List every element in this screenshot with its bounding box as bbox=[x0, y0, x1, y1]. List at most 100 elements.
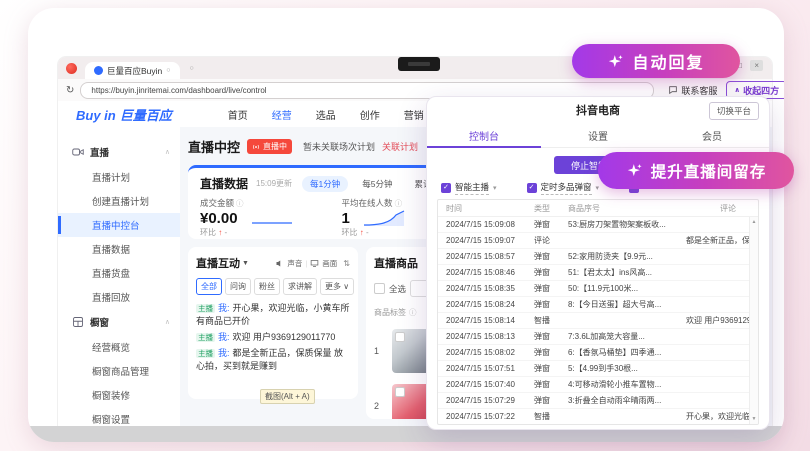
nav-item[interactable]: 选品 bbox=[316, 107, 336, 122]
log-row: 2024/7/15 15:08:35 弹窗 50:【11.9元100米... bbox=[438, 281, 758, 297]
sidebar-item[interactable]: 直播计划 bbox=[58, 165, 180, 189]
chevron-down-icon[interactable]: ▾ bbox=[596, 184, 600, 192]
interaction-tab[interactable]: 问询 bbox=[225, 278, 251, 295]
log-table-header: 时间 类型 商品序号 评论 bbox=[438, 200, 758, 217]
log-time: 2024/7/15 15:09:07 bbox=[446, 236, 515, 245]
divider: | bbox=[305, 258, 308, 268]
buyin-logo[interactable]: Buy in 巨量百应 bbox=[76, 105, 172, 124]
product-index: 2 bbox=[374, 401, 380, 411]
plan-note: 暂未关联场次计划 bbox=[303, 142, 376, 152]
expand-icon[interactable]: ⇅ bbox=[343, 259, 350, 268]
stat-label: 成交金额 bbox=[200, 198, 235, 208]
select-all-checkbox[interactable] bbox=[374, 283, 385, 294]
checkbox-unchecked-icon[interactable] bbox=[395, 332, 405, 342]
col-type: 类型 bbox=[534, 203, 550, 213]
nav-item[interactable]: 经营 bbox=[272, 107, 292, 122]
tab-close-icon[interactable]: ○ bbox=[166, 67, 170, 74]
data-card-title: 直播数据 bbox=[200, 177, 249, 191]
log-product: 5:【4.99到手30根... bbox=[568, 364, 638, 373]
interaction-tab[interactable]: 求讲解 bbox=[283, 278, 317, 295]
info-icon: ⓘ bbox=[394, 198, 403, 208]
contact-support-button[interactable]: 联系客服 bbox=[668, 84, 717, 97]
sidebar-item[interactable]: 橱窗设置 bbox=[58, 407, 180, 426]
info-icon: ⓘ bbox=[409, 308, 417, 317]
screen-icon[interactable] bbox=[310, 259, 319, 268]
checkbox-unchecked-icon[interactable] bbox=[395, 387, 405, 397]
sidebar-item[interactable]: 橱窗商品管理 bbox=[58, 359, 180, 383]
checkbox-checked-icon[interactable]: ✓ bbox=[526, 183, 537, 193]
sender-label: 我: bbox=[218, 303, 230, 313]
data-interval-tabs: 每1分钟 每5分钟 累计 bbox=[302, 175, 439, 192]
speaker-icon[interactable] bbox=[275, 259, 284, 268]
log-time: 2024/7/15 15:08:13 bbox=[446, 332, 515, 341]
toggle-option[interactable]: ✓ 智能主播 ▾ bbox=[441, 181, 497, 195]
log-time: 2024/7/15 15:07:22 bbox=[446, 412, 515, 421]
audio-toggle-label[interactable]: 声音 bbox=[287, 258, 302, 269]
sidebar-item[interactable]: 创建直播计划 bbox=[58, 189, 180, 213]
log-time: 2024/7/15 15:07:51 bbox=[446, 364, 515, 373]
log-table: 时间 类型 商品序号 评论 2024/7/15 15:09:08 弹窗 53:厨房刀… bbox=[437, 199, 759, 425]
panel-tab[interactable]: 设置 bbox=[541, 123, 655, 147]
checkbox-checked-icon[interactable]: ✓ bbox=[441, 183, 451, 193]
log-row: 2024/7/15 15:08:24 弹窗 8:【今日送蛋】超大号高... bbox=[438, 297, 758, 313]
live-signal-icon bbox=[253, 144, 259, 149]
chat-bubble-icon bbox=[669, 86, 678, 95]
auto-reply-label: 自动回复 bbox=[632, 55, 705, 72]
log-row: 2024/7/15 15:08:14 智播 欢迎 用户93691290 bbox=[438, 313, 758, 329]
log-row: 2024/7/15 15:08:13 弹窗 7:3.6L加高笼大容量... bbox=[438, 329, 758, 345]
toggle-label: 定时多品弹窗 bbox=[540, 181, 592, 195]
sidebar-item[interactable]: 直播回放 bbox=[58, 285, 180, 309]
retention-label: 提升直播间留存 bbox=[650, 163, 767, 181]
interval-tab[interactable]: 每5分钟 bbox=[354, 176, 400, 192]
sender-label: 我: bbox=[218, 348, 230, 359]
chevron-down-icon[interactable]: ▼ bbox=[242, 260, 249, 267]
sparkline-rise bbox=[363, 210, 405, 226]
sidebar-item[interactable]: 直播货盘 bbox=[58, 261, 180, 285]
auto-reply-badge: 自动回复 bbox=[572, 44, 740, 78]
nav-item[interactable]: 首页 bbox=[228, 107, 248, 122]
scrollbar[interactable]: ▲ ▼ bbox=[749, 217, 758, 424]
screen-toggle-label[interactable]: 画面 bbox=[322, 258, 337, 269]
sidebar-group-1[interactable]: 橱窗 ∧ bbox=[58, 309, 180, 335]
live-icon bbox=[72, 146, 84, 158]
sidebar-group-0[interactable]: 直播 ∧ bbox=[58, 139, 180, 165]
log-type: 弹窗 bbox=[534, 380, 550, 389]
chevron-down-icon[interactable]: ▾ bbox=[493, 184, 497, 192]
log-type: 弹窗 bbox=[534, 348, 550, 357]
nav-item[interactable]: 创作 bbox=[360, 107, 380, 122]
sidebar-item[interactable]: 经营概览 bbox=[58, 335, 180, 359]
log-type: 弹窗 bbox=[534, 220, 550, 229]
interaction-tab[interactable]: 更多 ∨ bbox=[320, 278, 355, 295]
browser-logo-icon bbox=[66, 62, 77, 74]
nav-item[interactable]: 营销 bbox=[404, 107, 424, 122]
sender-label: 我: bbox=[218, 332, 230, 343]
log-time: 2024/7/15 15:09:08 bbox=[446, 220, 515, 229]
sidebar-item[interactable]: 橱窗装修 bbox=[58, 383, 180, 407]
scroll-down-icon[interactable]: ▼ bbox=[752, 416, 757, 422]
log-time: 2024/7/15 15:08:46 bbox=[446, 268, 515, 277]
panel-tab[interactable]: 会员 bbox=[655, 123, 769, 147]
collapse-assistant-label: 收起四方 bbox=[743, 85, 780, 96]
reload-icon[interactable]: ↻ bbox=[66, 85, 74, 96]
log-product: 51:【君太太】ins风高... bbox=[568, 268, 653, 277]
browser-tab[interactable]: 巨量百应Buyin ○ bbox=[85, 62, 180, 79]
scroll-up-icon[interactable]: ▲ bbox=[752, 219, 757, 225]
contact-support-label: 联系客服 bbox=[681, 85, 718, 96]
interaction-tabs: 全部 问询 粉丝 求讲解 更多 ∨ bbox=[196, 278, 355, 295]
interaction-tab[interactable]: 粉丝 bbox=[254, 278, 280, 295]
toggle-option[interactable]: ✓ 定时多品弹窗 ▾ bbox=[526, 181, 600, 195]
sidebar-item[interactable]: 直播数据 bbox=[58, 237, 180, 261]
info-icon: ⓘ bbox=[236, 198, 244, 208]
interval-tab[interactable]: 每1分钟 bbox=[302, 175, 349, 192]
host-tag: 主播 bbox=[196, 333, 215, 343]
window-close-icon[interactable]: × bbox=[750, 60, 763, 71]
link-plan-link[interactable]: 关联计划 bbox=[382, 140, 418, 153]
panel-tab[interactable]: 控制台 bbox=[427, 123, 541, 147]
stat-value: ¥0.00 bbox=[200, 210, 238, 227]
retention-badge: 提升直播间留存 bbox=[598, 152, 794, 189]
interaction-tab[interactable]: 全部 bbox=[196, 278, 222, 295]
log-time: 2024/7/15 15:08:35 bbox=[446, 284, 515, 293]
switch-platform-button[interactable]: 切换平台 bbox=[708, 102, 759, 120]
new-tab-icon[interactable]: ○ bbox=[190, 65, 194, 72]
sidebar-item[interactable]: 直播中控台 bbox=[58, 213, 180, 237]
